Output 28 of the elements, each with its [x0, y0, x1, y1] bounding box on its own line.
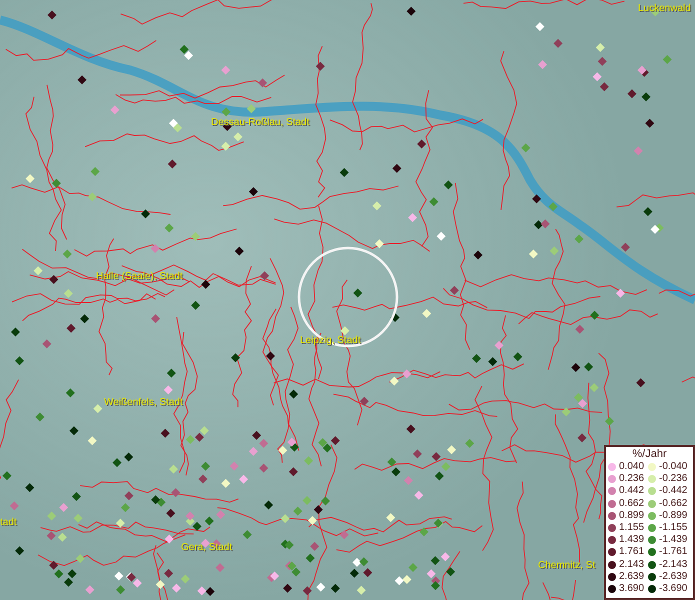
- legend-label: 1.761: [619, 546, 644, 558]
- legend-title: %/Jahr: [631, 448, 668, 461]
- legend-label: 0.236: [619, 473, 644, 486]
- legend-label: -0.236: [659, 473, 688, 486]
- legend-label: 0.662: [619, 498, 644, 510]
- legend-label: 1.439: [619, 534, 644, 546]
- legend-label: 0.442: [619, 485, 644, 498]
- legend-label: 2.639: [619, 570, 644, 583]
- legend-label: -0.442: [659, 485, 688, 498]
- place-label: Gera, Stadt: [181, 542, 232, 553]
- legend-label: -0.040: [659, 461, 688, 474]
- legend-label: -1.439: [659, 534, 688, 546]
- legend-label: 1.155: [619, 522, 644, 534]
- place-label: Luckenwald: [638, 3, 691, 14]
- legend-label: 3.690: [619, 582, 644, 595]
- legend-label: -3.690: [659, 582, 688, 595]
- place-label: Chemnitz, St: [538, 560, 596, 571]
- place-label: tadt: [0, 517, 17, 528]
- legend-label: -2.143: [659, 558, 688, 571]
- legend-label: -0.662: [659, 498, 688, 510]
- legend-label: -2.639: [659, 570, 688, 583]
- legend-label: 2.143: [619, 558, 644, 571]
- legend-label: -0.899: [659, 510, 688, 522]
- place-label: Dessau-Roßlau, Stadt: [211, 117, 310, 128]
- legend-label: -1.155: [659, 522, 688, 534]
- legend-label: 0.899: [619, 510, 644, 522]
- legend-label: 0.040: [619, 461, 644, 474]
- legend-label: -1.761: [659, 546, 688, 558]
